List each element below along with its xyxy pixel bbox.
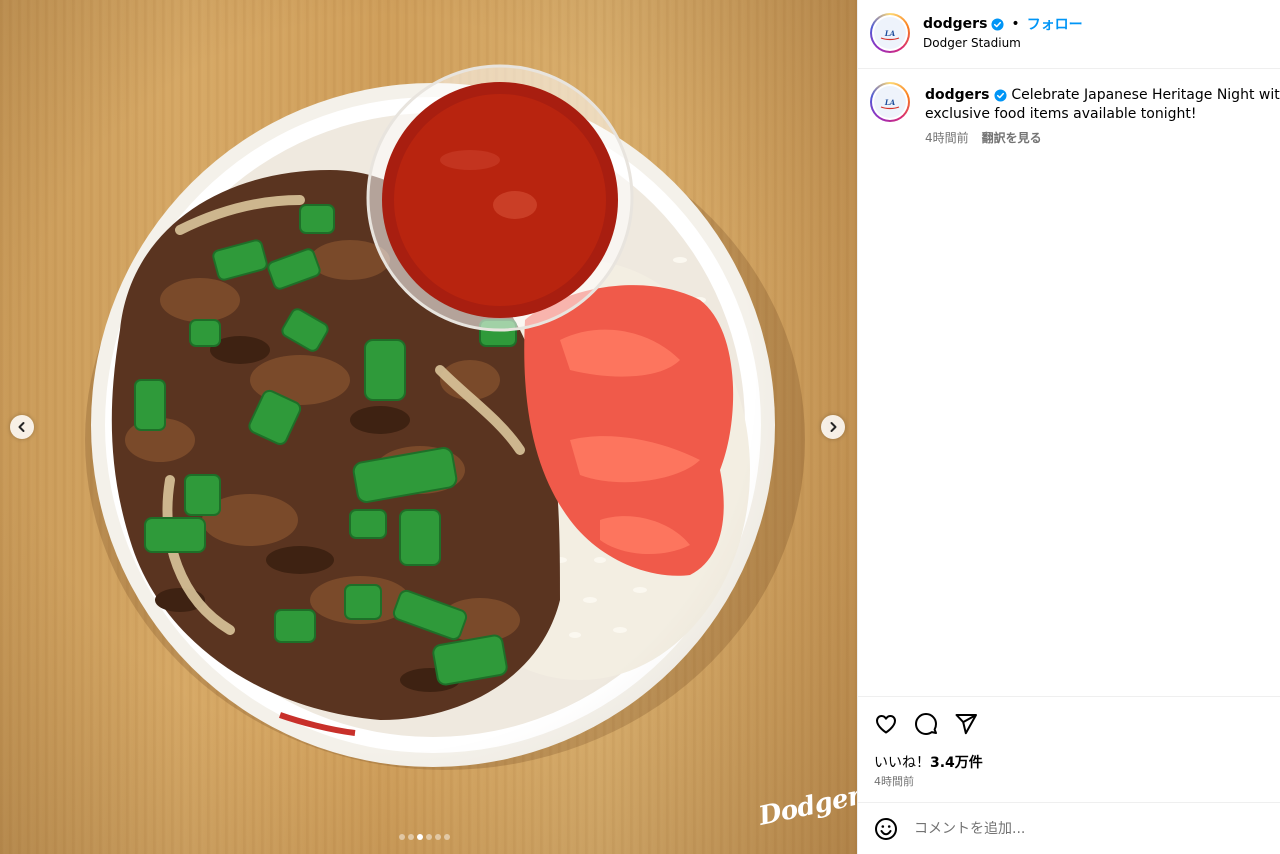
carousel-next-button[interactable] <box>821 415 845 439</box>
heart-icon <box>876 715 896 734</box>
emoji-button[interactable] <box>874 817 898 841</box>
carousel-dot <box>435 834 441 840</box>
verified-badge-icon <box>994 88 1007 102</box>
comment-input[interactable] <box>914 821 1244 837</box>
caption-body-line2: exclusive food items available tonight! <box>925 106 1197 122</box>
share-button[interactable] <box>954 712 978 736</box>
carousel-dot <box>444 834 450 840</box>
header-divider <box>858 68 1280 69</box>
follow-button[interactable]: フォロー <box>1027 14 1083 34</box>
post-header: LA dodgers • フォロー Dodger Stadium <box>870 12 1280 56</box>
translate-button[interactable]: 翻訳を見る <box>982 129 1042 146</box>
like-button[interactable] <box>874 712 898 736</box>
post-media: Dodgers <box>0 0 857 854</box>
carousel-indicator <box>399 834 450 840</box>
caption-text: dodgers Celebrate Japanese Heritage Nigh… <box>925 86 1280 124</box>
smiley-icon <box>875 818 897 840</box>
post-sidebar: LA dodgers • フォロー Dodger Stadium LA dodg… <box>857 0 1280 854</box>
carousel-dot <box>399 834 405 840</box>
caption-meta: 4時間前 翻訳を見る <box>925 129 1042 146</box>
location-link[interactable]: Dodger Stadium <box>923 36 1021 50</box>
chevron-left-icon <box>18 422 25 432</box>
carousel-dot <box>426 834 432 840</box>
comment-divider <box>858 802 1280 803</box>
svg-text:LA: LA <box>884 29 896 38</box>
caption-avatar[interactable]: LA <box>870 82 910 122</box>
chevron-right-icon <box>830 422 837 432</box>
carousel-dot-active <box>417 834 423 840</box>
likes-number: 3.4万件 <box>930 755 983 771</box>
separator-dot: • <box>1011 16 1020 32</box>
dodgers-logo-icon: LA <box>880 29 900 41</box>
svg-text:LA: LA <box>884 98 896 107</box>
comment-button[interactable] <box>914 712 938 736</box>
carousel-prev-button[interactable] <box>10 415 34 439</box>
avatar[interactable]: LA <box>870 13 910 53</box>
likes-count[interactable]: いいね！3.4万件 <box>874 752 983 772</box>
likes-prefix: いいね！ <box>874 755 930 771</box>
caption-timestamp[interactable]: 4時間前 <box>925 129 969 146</box>
comment-box <box>874 815 1280 843</box>
actions-divider <box>858 696 1280 697</box>
post-actions <box>874 712 978 736</box>
speech-bubble-icon <box>915 713 937 735</box>
caption-username[interactable]: dodgers <box>925 87 989 103</box>
paper-plane-icon <box>955 714 977 735</box>
verified-badge-icon <box>991 17 1004 31</box>
dodgers-logo-icon: LA <box>880 98 900 110</box>
carousel-dot <box>408 834 414 840</box>
post-timestamp[interactable]: 4時間前 <box>874 773 914 789</box>
caption-body-line1: Celebrate Japanese Heritage Night with t… <box>1011 87 1280 103</box>
username-link[interactable]: dodgers <box>923 16 987 32</box>
